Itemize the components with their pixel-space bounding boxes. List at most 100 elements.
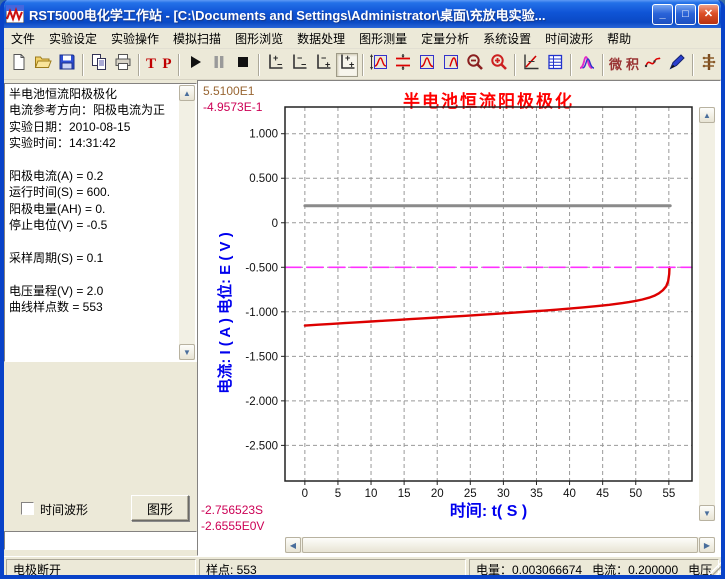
- compress-y-icon: [393, 52, 413, 77]
- smooth-button[interactable]: [642, 53, 664, 77]
- menu-item-4[interactable]: 模拟扫描: [166, 28, 228, 49]
- menu-bar: 文件实验设定实验操作模拟扫描图形浏览数据处理图形测量定量分析系统设置时间波形帮助: [4, 28, 721, 49]
- chart-horizontal-scrollbar[interactable]: ◀ ▶: [285, 537, 715, 553]
- annotate-pen-button[interactable]: [666, 53, 688, 77]
- new-file-button[interactable]: [8, 53, 30, 77]
- zoom-in-button[interactable]: [488, 53, 510, 77]
- measure-button[interactable]: [520, 53, 542, 77]
- menu-item-1[interactable]: 文件: [4, 28, 42, 49]
- text-t-button[interactable]: T: [144, 53, 158, 77]
- toolbar-separator: [692, 54, 694, 76]
- info-scrollbar[interactable]: ▲ ▼: [179, 85, 195, 360]
- time-waveform-checkbox[interactable]: [21, 502, 34, 515]
- pause-run-button[interactable]: [208, 53, 230, 77]
- data-list-button[interactable]: [544, 53, 566, 77]
- autoscale-y-button[interactable]: [368, 53, 390, 77]
- info-line: 停止电位(V) = -0.5: [9, 217, 178, 233]
- maximize-button[interactable]: □: [675, 4, 696, 25]
- info-line: 实验时间：14:31:42: [9, 135, 178, 151]
- menu-item-7[interactable]: 图形测量: [352, 28, 414, 49]
- info-line: [9, 266, 178, 282]
- left-bottom-box: [4, 531, 197, 550]
- axis-mode-2-icon: −−: [289, 52, 309, 77]
- zoom-half-window-icon: [441, 52, 461, 77]
- derivative-button[interactable]: 微: [608, 53, 623, 77]
- minimize-button[interactable]: _: [652, 4, 673, 25]
- save-button[interactable]: [56, 53, 78, 77]
- scroll-down-icon[interactable]: ▼: [179, 344, 195, 360]
- copy-button[interactable]: [88, 53, 110, 77]
- integral-button[interactable]: 积: [625, 53, 640, 77]
- open-file-button[interactable]: [32, 53, 54, 77]
- axis-mode-3-button[interactable]: −+: [312, 53, 334, 77]
- derivative-icon: 微: [609, 58, 622, 71]
- measure-icon: [521, 52, 541, 77]
- app-window: RST5000电化学工作站 - [C:\Documents and Settin…: [0, 0, 725, 579]
- open-file-icon: [33, 52, 53, 77]
- autoscale-y-icon: [369, 52, 389, 77]
- title-bar[interactable]: RST5000电化学工作站 - [C:\Documents and Settin…: [0, 0, 725, 28]
- toolbar-separator: [258, 54, 260, 76]
- chart-scroll-right-icon[interactable]: ▶: [699, 537, 715, 553]
- axis-mode-4-button[interactable]: ++: [336, 53, 358, 77]
- print-button[interactable]: [112, 53, 134, 77]
- status-electrode: 电极断开: [6, 559, 196, 576]
- menu-item-2[interactable]: 实验设定: [42, 28, 104, 49]
- info-line: 曲线样点数 = 553: [9, 299, 178, 315]
- chart-scroll-left-icon[interactable]: ◀: [285, 537, 301, 553]
- readout-bottom-time: -2.756523S: [201, 502, 264, 518]
- toolbar-separator: [362, 54, 364, 76]
- zoom-window-icon: [417, 52, 437, 77]
- resize-grip[interactable]: [707, 562, 721, 576]
- zoom-out-button[interactable]: [464, 53, 486, 77]
- menu-item-11[interactable]: 帮助: [600, 28, 638, 49]
- y-tick-label: 1.000: [249, 129, 278, 141]
- left-controls: 时间波形 图形: [4, 494, 197, 526]
- pause-run-icon: [209, 52, 229, 77]
- zoom-window-button[interactable]: [416, 53, 438, 77]
- stop-run-button[interactable]: [232, 53, 254, 77]
- close-button[interactable]: ✕: [698, 4, 719, 25]
- svg-text:+: +: [349, 60, 354, 70]
- axis-mode-4-icon: ++: [337, 52, 357, 77]
- status-samples: 样点: 553: [199, 559, 466, 576]
- menu-item-9[interactable]: 系统设置: [476, 28, 538, 49]
- info-line: 电流参考方向：阳极电流为正: [9, 102, 178, 118]
- zoom-half-window-button[interactable]: [440, 53, 462, 77]
- x-axis-label: 时间: t( S ): [285, 497, 692, 521]
- start-run-button[interactable]: [184, 53, 206, 77]
- start-run-icon: [185, 52, 205, 77]
- menu-item-6[interactable]: 数据处理: [290, 28, 352, 49]
- chart-vertical-scrollbar[interactable]: ▲ ▼: [699, 107, 715, 521]
- annotate-pen-icon: [667, 52, 687, 77]
- chart-panel[interactable]: 5.5100E1 -4.9573E-1 半电池恒流阳极极化 电流: I ( A …: [197, 80, 721, 556]
- probe-button[interactable]: [698, 53, 720, 77]
- status-measurements: 电量：0.003066674 电流：0.200000 电压: [469, 559, 719, 576]
- chart-scroll-up-icon[interactable]: ▲: [699, 107, 715, 123]
- axis-mode-2-button[interactable]: −−: [288, 53, 310, 77]
- chart-scroll-thumb[interactable]: [302, 537, 698, 553]
- y-tick-label: -2.500: [245, 440, 278, 452]
- scroll-up-icon[interactable]: ▲: [179, 85, 195, 101]
- overlay-curves-button[interactable]: [576, 53, 598, 77]
- menu-item-3[interactable]: 实验操作: [104, 28, 166, 49]
- compress-y-button[interactable]: [392, 53, 414, 77]
- smooth-icon: [643, 52, 663, 77]
- graph-button[interactable]: 图形: [131, 495, 189, 521]
- menu-item-8[interactable]: 定量分析: [414, 28, 476, 49]
- experiment-info-text: 半电池恒流阳极极化电流参考方向：阳极电流为正实验日期：2010-08-15实验时…: [9, 86, 178, 316]
- toolbar: TP +−−−−+++ 微积: [4, 50, 721, 80]
- overlay-curves-icon: [577, 52, 597, 77]
- toolbar-separator: [514, 54, 516, 76]
- info-line: [9, 152, 178, 168]
- chart-scroll-down-icon[interactable]: ▼: [699, 505, 715, 521]
- axis-mode-1-button[interactable]: +−: [264, 53, 286, 77]
- menu-item-10[interactable]: 时间波形: [538, 28, 600, 49]
- chart-plot[interactable]: 1.0000.5000-0.500-1.000-1.500-2.000-2.50…: [198, 81, 722, 557]
- text-p-button[interactable]: P: [160, 53, 174, 77]
- info-line: 运行时间(S) = 600.: [9, 184, 178, 200]
- menu-item-5[interactable]: 图形浏览: [228, 28, 290, 49]
- readout-bottom-potential: -2.6555E0V: [201, 518, 264, 534]
- window-title: RST5000电化学工作站 - [C:\Documents and Settin…: [29, 5, 648, 24]
- status-charge: 电量：0.003066674: [476, 563, 582, 576]
